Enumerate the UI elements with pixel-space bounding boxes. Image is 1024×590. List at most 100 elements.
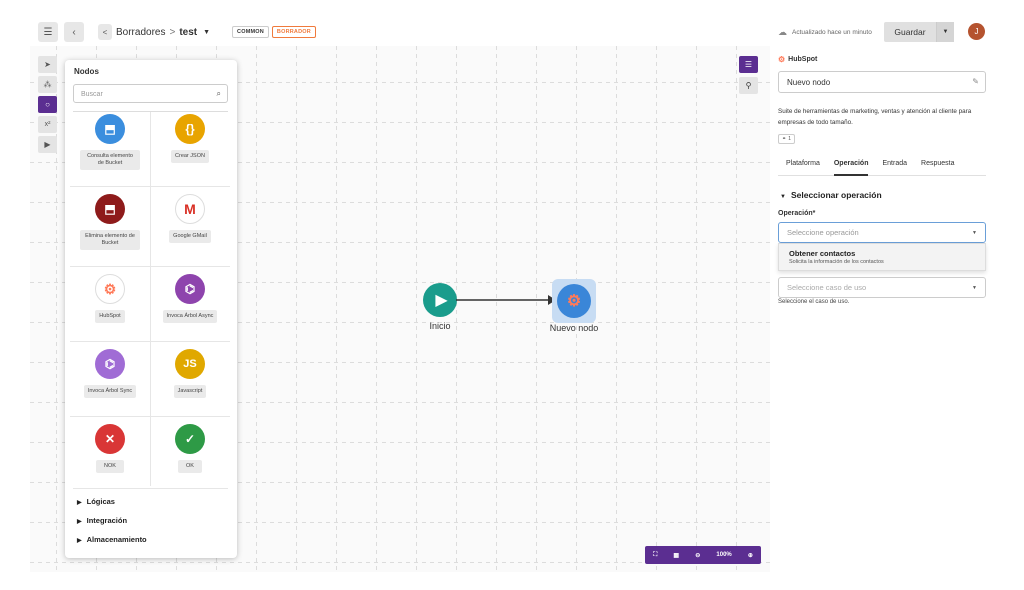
operation-section-title: Seleccionar operación bbox=[790, 190, 882, 200]
tab-entrada[interactable]: Entrada bbox=[882, 156, 907, 176]
edit-pencil-icon[interactable]: ✎ bbox=[972, 77, 979, 86]
zoom-out-icon[interactable]: ⊖ bbox=[695, 552, 700, 559]
grid-line bbox=[496, 46, 497, 572]
node-item[interactable]: JS Javascript bbox=[150, 349, 230, 398]
settings-panel-button[interactable]: ☰ bbox=[739, 56, 758, 73]
bucket-query-icon: ⬒ bbox=[95, 114, 125, 144]
grid-line bbox=[736, 46, 737, 572]
group-tool-icon[interactable]: ⁂ bbox=[38, 76, 57, 93]
nodes-panel: Nodos Buscar ⌕ ⬒ Consulta elemento de Bu… bbox=[65, 60, 237, 558]
dropdown-option[interactable]: Obtener contactos Solicita la informació… bbox=[779, 244, 985, 270]
tabs: Plataforma Operación Entrada Respuesta bbox=[778, 156, 986, 176]
section-integracion[interactable]: ▶ Integración bbox=[77, 516, 127, 525]
javascript-icon: JS bbox=[175, 349, 205, 379]
node-item[interactable]: ✕ NOK bbox=[70, 424, 150, 473]
pointer-tool-icon[interactable]: ➤ bbox=[38, 56, 57, 73]
save-button-label: Guardar bbox=[894, 27, 926, 37]
play-icon: ▶ bbox=[423, 283, 457, 317]
top-bar: ☰ ‹ < Borradores > test ▼ COMMON BORRADO… bbox=[30, 18, 994, 46]
integration-name: HubSpot bbox=[788, 56, 818, 63]
node-name-field[interactable]: Nuevo nodo ✎ bbox=[778, 71, 986, 93]
grid-line bbox=[256, 46, 257, 572]
section-almacenamiento[interactable]: ▶ Almacenamiento bbox=[77, 535, 147, 544]
search-icon: ⌕ bbox=[216, 89, 221, 98]
operation-placeholder: Seleccione operación bbox=[787, 228, 859, 237]
save-button[interactable]: Guardar ▼ bbox=[884, 22, 954, 42]
chevron-down-icon: ▼ bbox=[972, 230, 977, 236]
avatar[interactable]: J bbox=[968, 23, 985, 40]
zoom-level: 100% bbox=[716, 552, 732, 558]
integration-header: ⚙ HubSpot bbox=[778, 55, 817, 64]
section-logicas[interactable]: ▶ Lógicas bbox=[77, 497, 115, 506]
node-item[interactable]: ⌬ Invoca Árbol Sync bbox=[70, 349, 150, 398]
node-item[interactable]: ⬒ Elimina elemento de Bucket bbox=[70, 194, 150, 250]
breadcrumb-parent[interactable]: Borradores bbox=[116, 27, 165, 38]
chevron-down-icon[interactable]: ▼ bbox=[203, 29, 210, 36]
breadcrumb: Borradores > test ▼ bbox=[116, 27, 210, 38]
menu-icon[interactable]: ☰ bbox=[38, 22, 58, 42]
node-item-label: OK bbox=[178, 460, 202, 473]
variable-tool-icon[interactable]: x² bbox=[38, 116, 57, 133]
caret-right-icon: ▶ bbox=[77, 538, 82, 544]
zoom-in-icon[interactable]: ⊕ bbox=[748, 552, 753, 559]
option-title: Obtener contactos bbox=[789, 249, 856, 258]
search-input[interactable]: Buscar ⌕ bbox=[73, 84, 228, 103]
json-braces-icon: {} bbox=[175, 114, 205, 144]
share-icon[interactable]: < bbox=[98, 24, 112, 40]
user-panel-button[interactable]: ⚲ bbox=[739, 77, 758, 94]
operation-select[interactable]: Seleccione operación ▼ bbox=[778, 222, 986, 243]
node-item[interactable]: ⚙ HubSpot bbox=[70, 274, 150, 323]
save-options-chevron-icon[interactable]: ▼ bbox=[936, 22, 954, 42]
draft-tag: BORRADOR bbox=[271, 26, 316, 38]
cloud-icon: ☁ bbox=[778, 26, 787, 37]
node-item[interactable]: M Google GMail bbox=[150, 194, 230, 243]
nodes-grid: ⬒ Consulta elemento de Bucket {} Crear J… bbox=[70, 112, 230, 486]
use-case-select[interactable]: Seleccione caso de uso ▼ bbox=[778, 277, 986, 298]
tab-plataforma[interactable]: Plataforma bbox=[786, 156, 820, 176]
operation-dropdown: Obtener contactos Solicita la informació… bbox=[778, 243, 986, 271]
node-item[interactable]: {} Crear JSON bbox=[150, 114, 230, 163]
usage-badge: ⚭ 1 bbox=[778, 134, 795, 144]
use-case-help: Seleccione el caso de uso. bbox=[778, 299, 850, 305]
grid-line bbox=[296, 46, 297, 572]
node-item[interactable]: ⌬ Invoca Árbol Async bbox=[150, 274, 230, 323]
node-item[interactable]: ✓ OK bbox=[150, 424, 230, 473]
ok-icon: ✓ bbox=[175, 424, 205, 454]
operation-label: Operación* bbox=[778, 210, 816, 217]
hubspot-icon: ⚙ bbox=[557, 284, 591, 318]
node-item-label: NOK bbox=[96, 460, 124, 473]
grid-line bbox=[616, 46, 617, 572]
properties-panel: ⚙ HubSpot Nuevo nodo ✎ Suite de herramie… bbox=[770, 46, 994, 572]
operation-section-header[interactable]: ▼ Seleccionar operación bbox=[780, 190, 882, 200]
node-selection-box: ⚙ bbox=[552, 279, 596, 323]
grid-line bbox=[336, 46, 337, 572]
run-tool-icon[interactable]: ▶ bbox=[38, 136, 57, 153]
tree-async-icon: ⌬ bbox=[175, 274, 205, 304]
search-placeholder: Buscar bbox=[81, 91, 103, 98]
node-tool-icon[interactable]: ○ bbox=[38, 96, 57, 113]
grid-line bbox=[656, 46, 657, 572]
divider bbox=[70, 186, 230, 187]
node-item-label: Invoca Árbol Async bbox=[162, 310, 218, 323]
node-item-label: Crear JSON bbox=[171, 150, 209, 163]
node-name-value: Nuevo nodo bbox=[787, 78, 831, 87]
caret-right-icon: ▶ bbox=[77, 500, 82, 506]
hubspot-flow-node[interactable]: ⚙ Nuevo nodo bbox=[544, 279, 604, 333]
breadcrumb-separator: > bbox=[169, 26, 176, 38]
common-tag: COMMON bbox=[232, 26, 269, 38]
tab-respuesta[interactable]: Respuesta bbox=[921, 156, 954, 176]
option-description: Solicita la información de los contactos bbox=[789, 259, 884, 265]
divider bbox=[70, 416, 230, 417]
node-item-label: Google GMail bbox=[169, 230, 211, 243]
tool-column: ➤ ⁂ ○ x² ▶ bbox=[38, 56, 58, 153]
node-item-label: Invoca Árbol Sync bbox=[83, 385, 137, 398]
start-node-label: Inicio bbox=[429, 321, 451, 331]
fit-screen-icon[interactable]: ⛶ bbox=[653, 552, 657, 559]
grid-line bbox=[376, 46, 377, 572]
bucket-delete-icon: ⬒ bbox=[95, 194, 125, 224]
back-button[interactable]: ‹ bbox=[64, 22, 84, 42]
tab-operacion[interactable]: Operación bbox=[833, 156, 869, 176]
node-item[interactable]: ⬒ Consulta elemento de Bucket bbox=[70, 114, 150, 170]
caret-right-icon: ▶ bbox=[77, 519, 82, 525]
minimap-icon[interactable]: ▦ bbox=[673, 552, 679, 559]
